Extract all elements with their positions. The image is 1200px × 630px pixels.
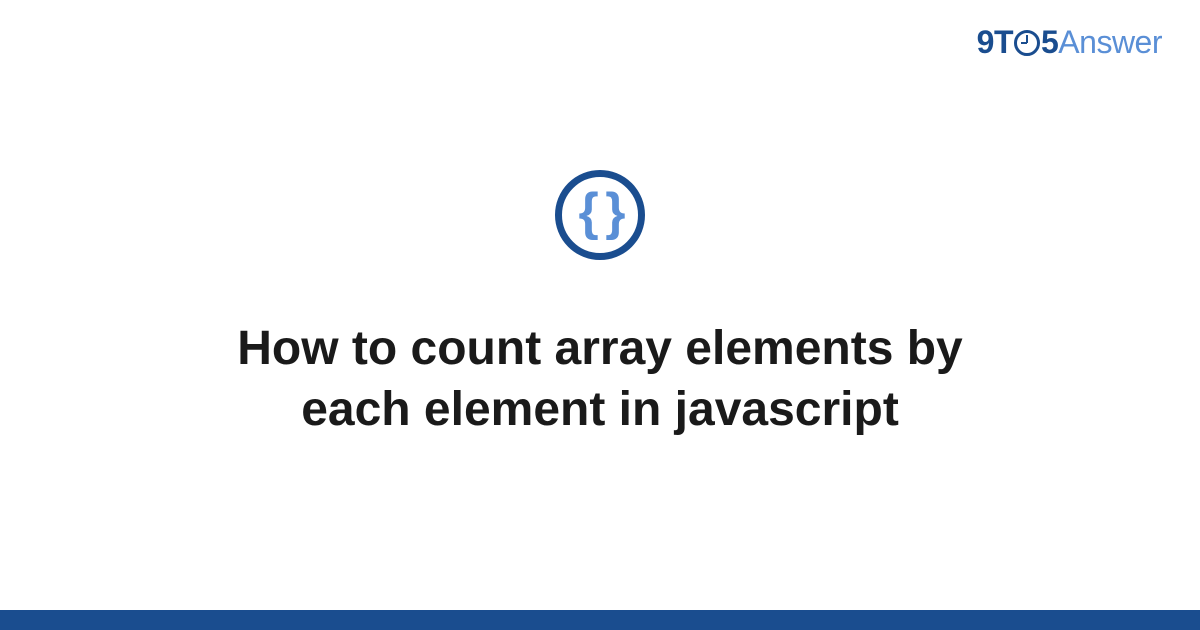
main-content: { } How to count array elements by each … <box>0 0 1200 610</box>
footer-bar <box>0 610 1200 630</box>
code-braces-icon: { } <box>579 186 622 244</box>
topic-icon-circle: { } <box>555 170 645 260</box>
page-title: How to count array elements by each elem… <box>150 318 1050 441</box>
